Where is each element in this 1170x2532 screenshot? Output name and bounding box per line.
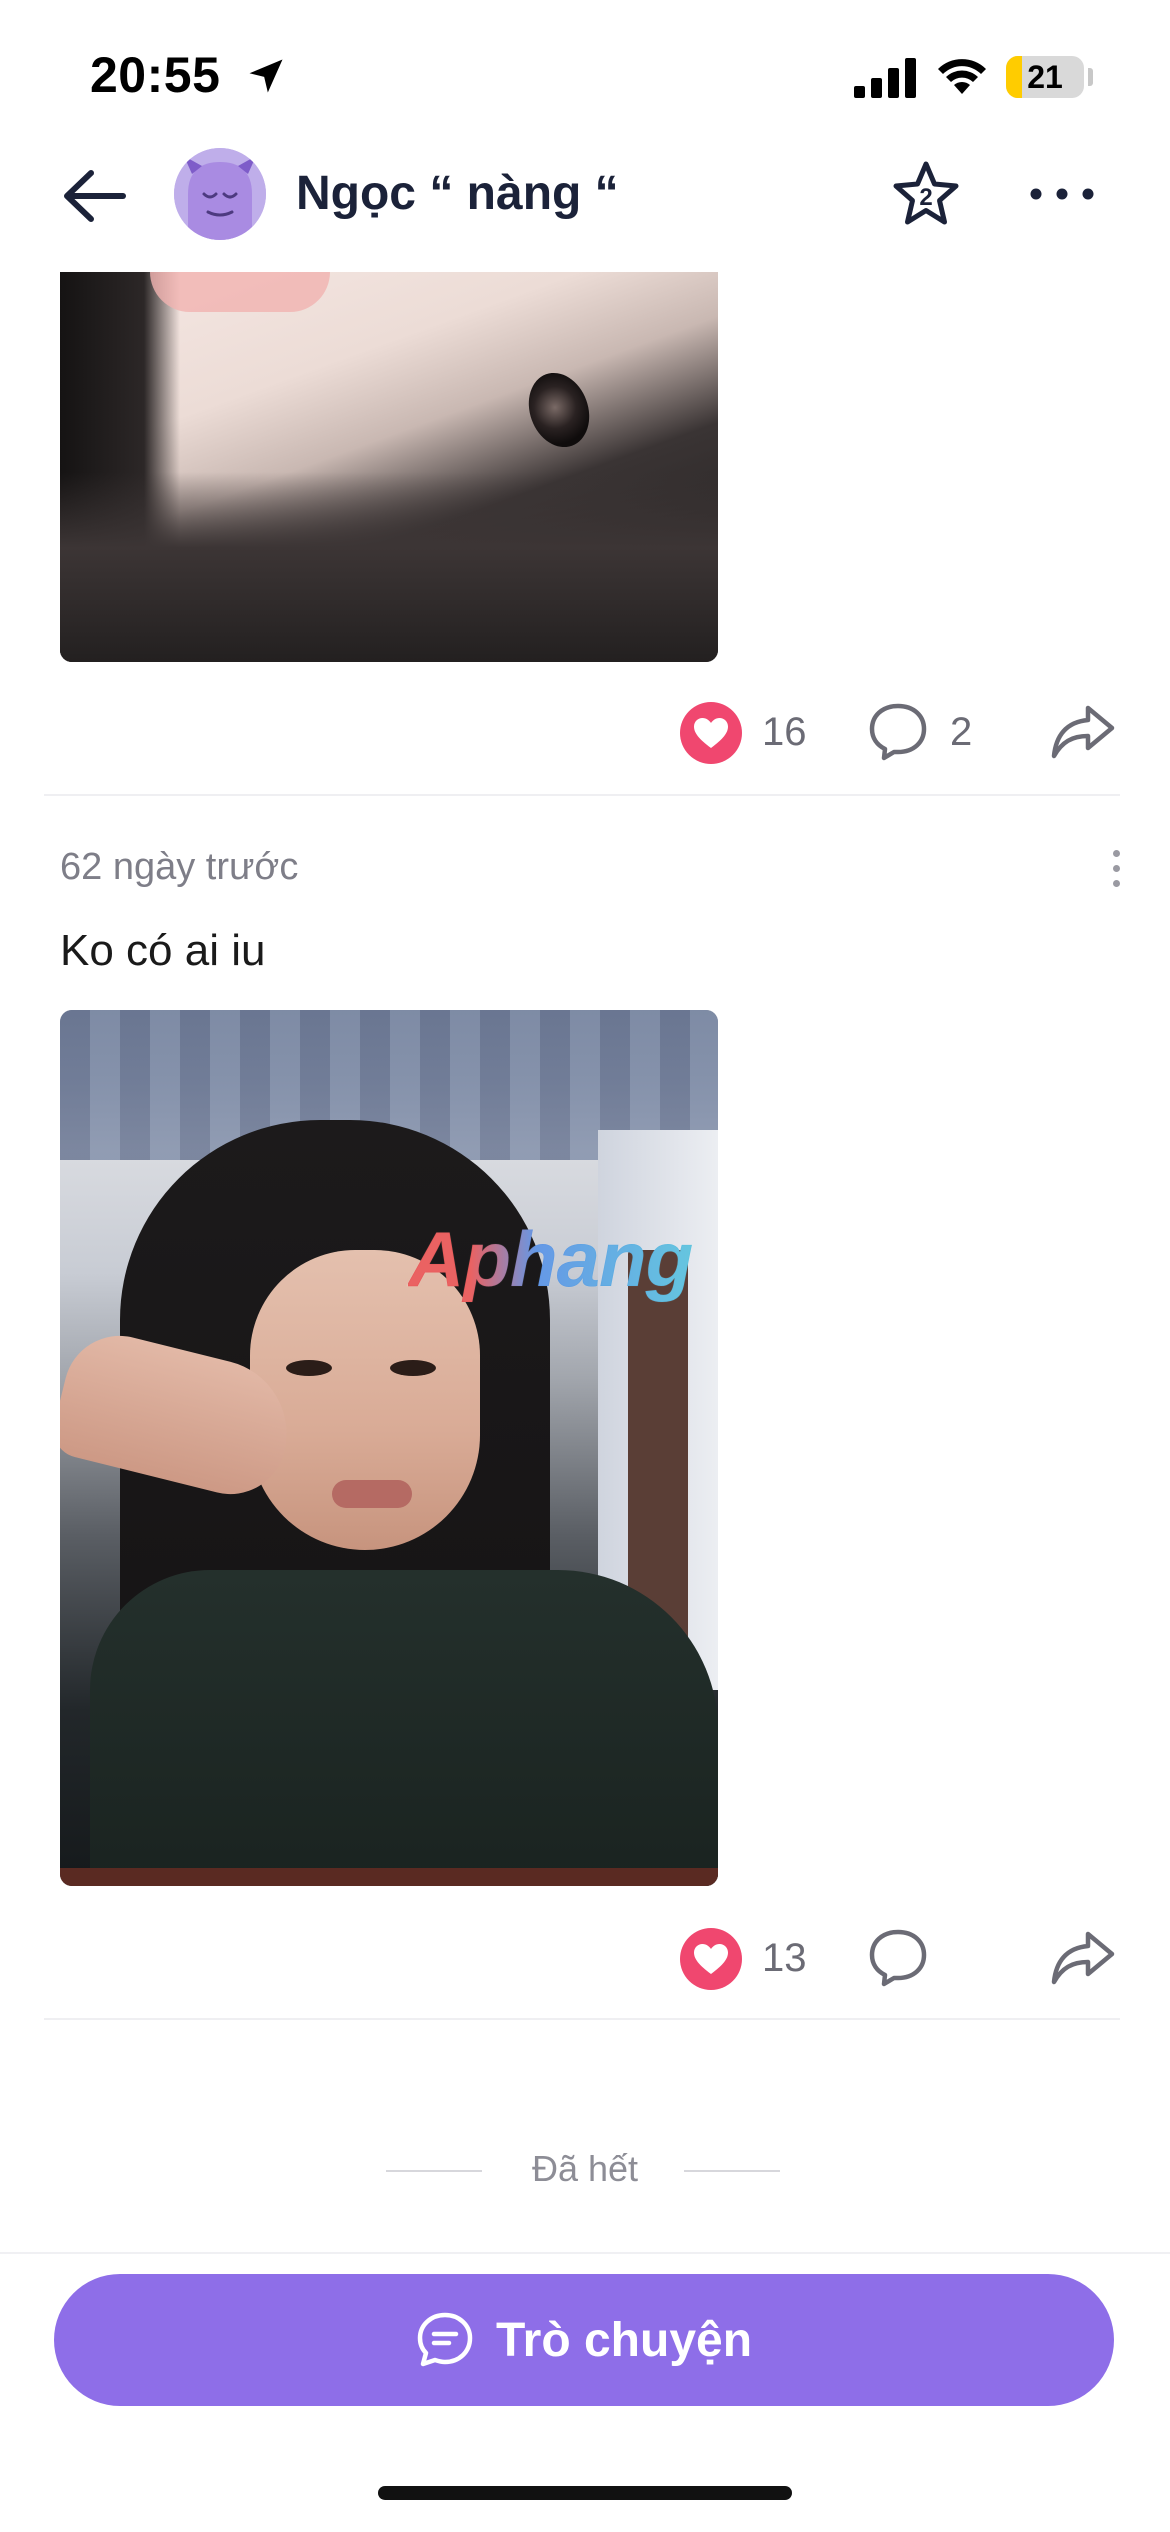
photo-shape xyxy=(90,1570,718,1886)
like-count: 16 xyxy=(762,710,807,754)
star-icon: 2 xyxy=(893,161,959,225)
photo-shape xyxy=(60,1868,718,1886)
more-dot xyxy=(1112,849,1120,857)
post-divider xyxy=(44,794,1120,796)
profile-name: Ngọc “ nàng “ xyxy=(296,167,619,220)
more-dot xyxy=(1112,879,1120,887)
photo-shape xyxy=(60,472,718,662)
photo-shape xyxy=(332,1480,412,1508)
post-actions: 16 2 xyxy=(0,692,1170,772)
home-indicator xyxy=(378,2486,792,2500)
end-line-right xyxy=(684,2170,780,2172)
comment-bubble-icon[interactable] xyxy=(866,1926,930,1990)
avatar[interactable] xyxy=(174,148,266,240)
battery-level: 21 xyxy=(1027,59,1063,95)
star-badge-count: 2 xyxy=(919,184,932,211)
more-options-button[interactable] xyxy=(1024,164,1100,224)
post-actions: 13 xyxy=(0,1918,1170,1998)
photo-shape xyxy=(150,272,330,312)
battery-nub xyxy=(1088,68,1093,86)
post-time: 62 ngày trước xyxy=(60,846,299,888)
post-photo[interactable] xyxy=(60,272,718,662)
back-button[interactable] xyxy=(56,158,132,234)
share-arrow-icon[interactable] xyxy=(1050,702,1116,762)
post-photo[interactable] xyxy=(60,1010,718,1886)
chat-button[interactable]: Trò chuyện xyxy=(54,2274,1114,2406)
end-of-feed: Đã hết xyxy=(0,2140,1170,2200)
like-button[interactable] xyxy=(680,1928,742,1990)
photo-shape xyxy=(286,1360,332,1376)
chat-bubble-icon xyxy=(417,2312,473,2367)
more-horizontal-icon xyxy=(1030,188,1094,200)
like-count: 13 xyxy=(762,1936,807,1980)
avatar-monster-icon xyxy=(174,148,266,240)
wifi-icon xyxy=(938,59,986,94)
heart-icon xyxy=(694,1944,728,1974)
status-time: 20:55 xyxy=(90,47,221,103)
status-bar: 20:55 21 xyxy=(0,0,1170,140)
post-more-button[interactable] xyxy=(1096,840,1136,896)
photo-shape xyxy=(518,364,600,456)
more-dot xyxy=(1112,864,1120,872)
comment-count: 2 xyxy=(950,710,973,754)
comment-bubble-icon[interactable] xyxy=(866,700,930,764)
battery-icon: 21 xyxy=(1006,56,1084,98)
share-arrow-icon[interactable] xyxy=(1050,1928,1116,1988)
watermark-text: Aphang xyxy=(408,1215,693,1303)
profile-header: Ngọc “ nàng “ 2 xyxy=(0,140,1170,272)
end-label: Đã hết xyxy=(531,2148,639,2189)
post-divider xyxy=(44,2018,1120,2020)
like-button[interactable] xyxy=(680,702,742,764)
photo-shape xyxy=(390,1360,436,1376)
cellular-signal-icon xyxy=(854,58,916,98)
chat-button-label: Trò chuyện xyxy=(495,2313,753,2367)
heart-icon xyxy=(694,718,728,748)
post-text: Ko có ai iu xyxy=(60,926,266,975)
back-arrow-icon xyxy=(64,170,126,222)
location-arrow-icon xyxy=(249,59,283,93)
star-button[interactable]: 2 xyxy=(888,154,964,234)
